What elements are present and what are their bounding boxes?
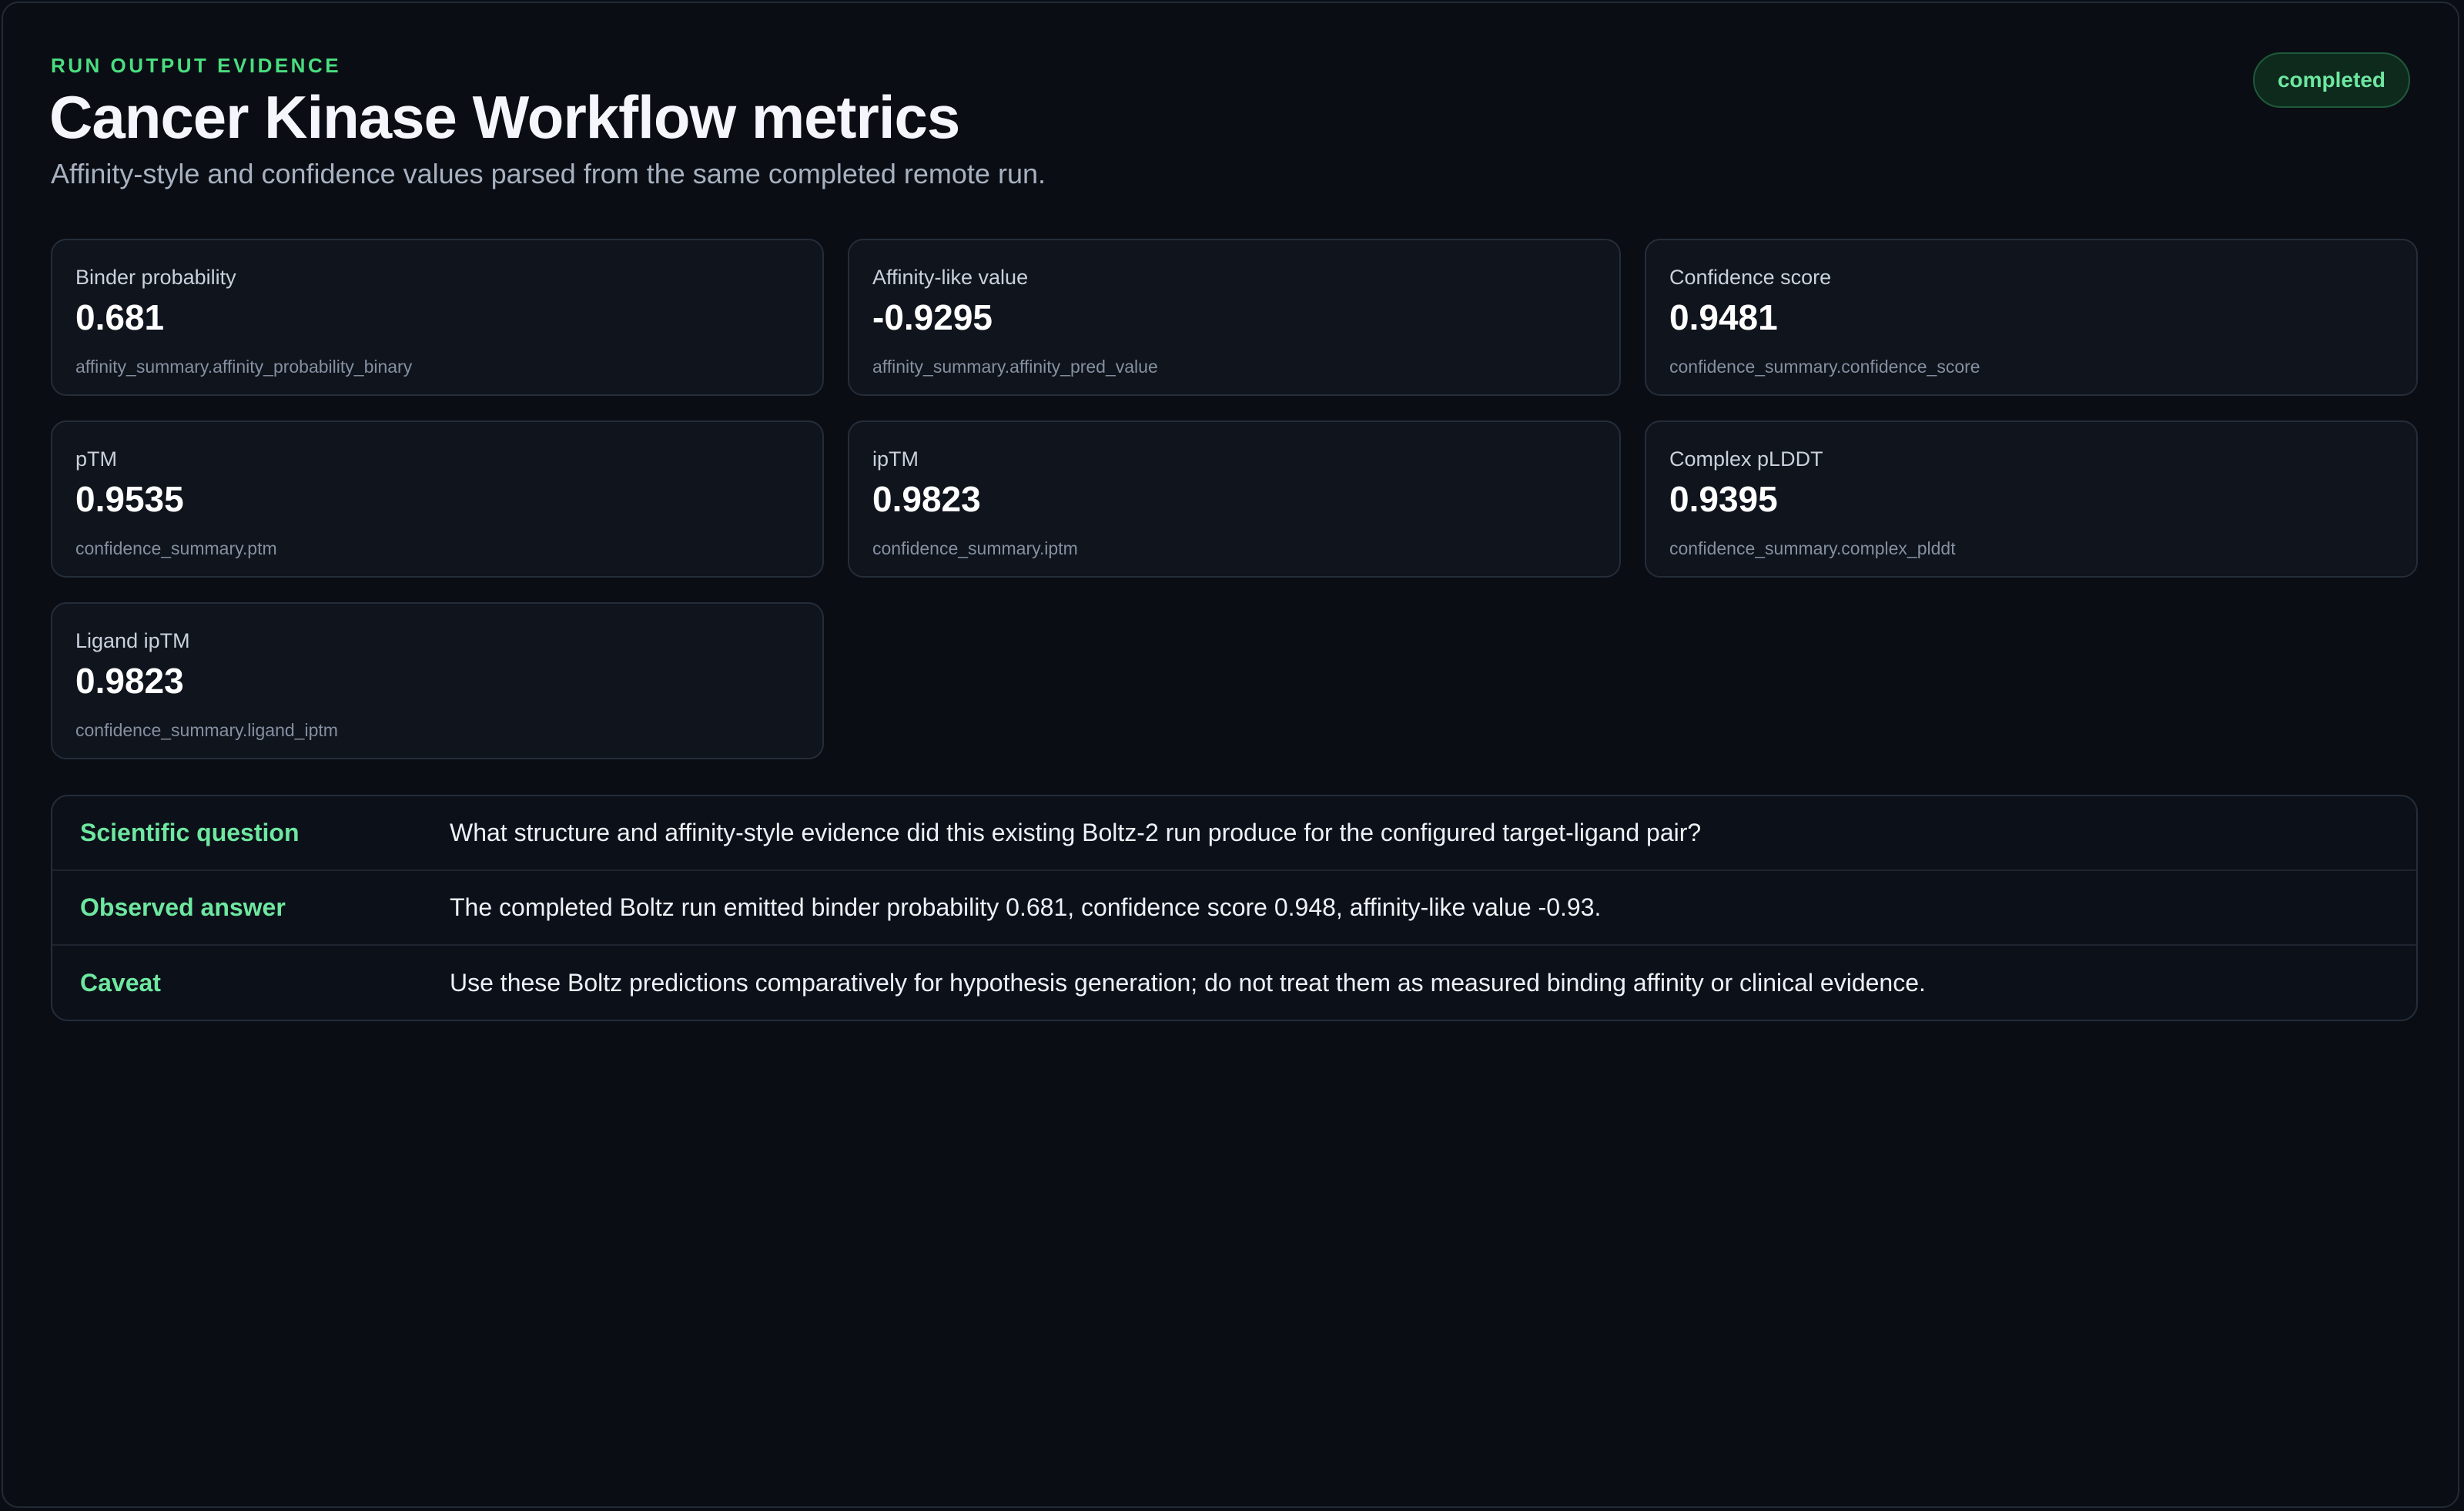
metric-label: Complex pLDDT (1669, 447, 1823, 471)
metric-label: Binder probability (75, 266, 236, 289)
metric-value: 0.9535 (75, 479, 184, 519)
page-title: Cancer Kinase Workflow metrics (49, 83, 960, 151)
metric-label: ipTM (872, 447, 919, 471)
metric-label: Ligand ipTM (75, 629, 190, 652)
qa-value: Use these Boltz predictions comparativel… (450, 968, 1926, 997)
qa-key: Observed answer (80, 893, 286, 921)
page-frame: RUN OUTPUT EVIDENCE Cancer Kinase Workfl… (2, 2, 2459, 1508)
qa-key: Caveat (80, 968, 161, 997)
metric-value: -0.9295 (872, 297, 993, 337)
qa-key: Scientific question (80, 819, 300, 846)
status-badge: completed (2252, 52, 2410, 108)
metric-label: Confidence score (1669, 266, 1832, 289)
metric-value: 0.9395 (1669, 479, 1778, 519)
metric-key: confidence_summary.iptm (872, 538, 1078, 558)
metric-card-binder-probability: Binder probability 0.681 affinity_summar… (51, 239, 824, 396)
metric-value: 0.9481 (1669, 297, 1778, 337)
qa-row-observed-answer: Observed answer The completed Boltz run … (52, 871, 2416, 946)
metric-key: affinity_summary.affinity_probability_bi… (75, 357, 413, 377)
qa-row-caveat: Caveat Use these Boltz predictions compa… (52, 946, 2416, 1020)
metric-card-ligand-iptm: Ligand ipTM 0.9823 confidence_summary.li… (51, 602, 824, 759)
metric-card-ptm: pTM 0.9535 confidence_summary.ptm (51, 420, 824, 578)
metric-card-iptm: ipTM 0.9823 confidence_summary.iptm (848, 420, 1621, 578)
metric-key: confidence_summary.confidence_score (1669, 357, 1980, 377)
metric-card-affinity-like-value: Affinity-like value -0.9295 affinity_sum… (848, 239, 1621, 396)
metric-key: confidence_summary.ligand_iptm (75, 720, 338, 740)
metric-card-confidence-score: Confidence score 0.9481 confidence_summa… (1645, 239, 2418, 396)
qa-value: The completed Boltz run emitted binder p… (450, 893, 1602, 921)
metric-grid: Binder probability 0.681 affinity_summar… (51, 239, 2418, 759)
metric-value: 0.9823 (75, 661, 184, 701)
metric-label: pTM (75, 447, 117, 471)
metric-value: 0.9823 (872, 479, 981, 519)
metric-key: confidence_summary.ptm (75, 538, 277, 558)
qa-row-scientific-question: Scientific question What structure and a… (52, 796, 2416, 871)
evidence-summary-panel: Scientific question What structure and a… (51, 795, 2418, 1021)
metric-value: 0.681 (75, 297, 165, 337)
metric-key: confidence_summary.complex_plddt (1669, 538, 1956, 558)
qa-value: What structure and affinity-style eviden… (450, 819, 1702, 846)
page-subtitle: Affinity-style and confidence values par… (51, 158, 1046, 189)
metric-label: Affinity-like value (872, 266, 1029, 289)
eyebrow-label: RUN OUTPUT EVIDENCE (51, 54, 342, 77)
metric-key: affinity_summary.affinity_pred_value (872, 357, 1158, 377)
metric-card-complex-plddt: Complex pLDDT 0.9395 confidence_summary.… (1645, 420, 2418, 578)
